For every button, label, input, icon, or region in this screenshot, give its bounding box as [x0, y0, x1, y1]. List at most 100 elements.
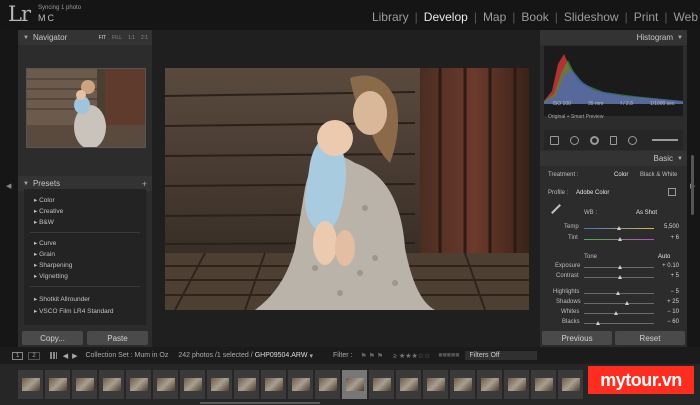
white-balance-eyedropper-icon[interactable] — [551, 204, 561, 214]
filmstrip-thumbnail[interactable] — [531, 370, 556, 399]
star-icon[interactable]: ≥ ★★★☆☆ — [393, 352, 430, 360]
whites-value[interactable]: − 10 — [667, 309, 679, 315]
blacks-slider-thumb[interactable] — [596, 321, 600, 325]
whites-slider-thumb[interactable] — [614, 311, 619, 315]
blacks-value[interactable]: − 60 — [667, 319, 679, 325]
filmstrip-scrollbar[interactable] — [200, 402, 320, 404]
profile-grid-icon[interactable] — [668, 188, 676, 196]
whites-slider[interactable] — [584, 311, 654, 315]
red-eye-icon[interactable] — [590, 136, 599, 145]
spot-removal-icon[interactable] — [570, 136, 579, 145]
left-panel-toggle-strip[interactable]: ◀ — [0, 30, 18, 347]
filmstrip-thumbnail[interactable] — [234, 370, 259, 399]
filmstrip-thumbnail[interactable] — [315, 370, 340, 399]
preset-folder-creative[interactable]: ▸ Creative — [34, 207, 63, 215]
preset-folder-vignetting[interactable]: ▸ Vignetting — [34, 272, 68, 280]
module-map[interactable]: Map — [477, 10, 512, 24]
copy-button[interactable]: Copy... — [22, 331, 83, 345]
chevron-down-icon[interactable]: ▾ — [309, 352, 313, 360]
temp-value[interactable]: 5,500 — [664, 224, 679, 230]
main-photo-view[interactable] — [165, 68, 529, 310]
graduated-filter-icon[interactable] — [610, 136, 617, 145]
radial-filter-icon[interactable] — [628, 136, 637, 145]
filmstrip-thumbnail[interactable] — [477, 370, 502, 399]
filmstrip-thumbnail[interactable] — [99, 370, 124, 399]
filmstrip-thumbnail[interactable] — [72, 370, 97, 399]
shadows-slider-thumb[interactable] — [625, 301, 630, 305]
preset-folder-shotkit[interactable]: ▸ Shotkit Allrounder — [34, 295, 90, 303]
auto-tone-button[interactable]: Auto — [658, 254, 670, 260]
previous-button[interactable]: Previous — [542, 331, 612, 345]
shadows-slider[interactable] — [584, 301, 654, 305]
filmstrip-thumbnail[interactable] — [288, 370, 313, 399]
arrow-right-icon[interactable]: ▶ — [72, 352, 77, 360]
exposure-slider-thumb[interactable] — [617, 265, 622, 269]
secondary-display-2-button[interactable]: 2 — [28, 351, 40, 360]
preset-folder-sharpening[interactable]: ▸ Sharpening — [34, 261, 72, 269]
module-book[interactable]: Book — [515, 10, 554, 24]
filmstrip-thumbnail[interactable] — [369, 370, 394, 399]
tint-slider[interactable] — [584, 237, 654, 241]
tint-slider-thumb[interactable] — [618, 237, 623, 241]
preset-folder-color[interactable]: ▸ Color — [34, 196, 55, 204]
filters-off-dropdown[interactable]: Filters Off — [465, 351, 538, 360]
preset-folder-curve[interactable]: ▸ Curve — [34, 239, 56, 247]
contrast-value[interactable]: + 5 — [670, 273, 679, 279]
triangle-left-icon[interactable]: ◀ — [6, 182, 11, 190]
filmstrip-thumbnail[interactable] — [126, 370, 151, 399]
filmstrip-thumbnail[interactable] — [207, 370, 232, 399]
color-label-filter[interactable]: ■■■■■ — [438, 352, 459, 359]
highlights-value[interactable]: − 5 — [670, 289, 679, 295]
selected-filename[interactable]: GHP09504.ARW — [255, 352, 308, 359]
crop-tool-icon[interactable] — [550, 136, 559, 145]
filmstrip-thumbnail[interactable] — [153, 370, 178, 399]
exposure-value[interactable]: + 0.10 — [662, 263, 679, 269]
zoom-2-1[interactable]: 2:1 — [141, 35, 148, 41]
zoom-fill[interactable]: FILL — [112, 35, 122, 41]
filmstrip-thumbnail[interactable] — [45, 370, 70, 399]
sync-status[interactable]: Syncing 1 photo — [38, 5, 81, 11]
filmstrip-thumbnail[interactable] — [18, 370, 43, 399]
module-print[interactable]: Print — [628, 10, 665, 24]
reset-button[interactable]: Reset — [615, 331, 685, 345]
navigator-header[interactable]: ▼ Navigator FIT FILL 1:1 2:1 — [18, 30, 152, 45]
filmstrip-thumbnail[interactable] — [558, 370, 583, 399]
filmstrip-thumbnail[interactable] — [261, 370, 286, 399]
filmstrip-thumbnail[interactable] — [396, 370, 421, 399]
collection-path[interactable]: Collection Set : Mum in Oz — [85, 352, 168, 359]
module-develop[interactable]: Develop — [418, 10, 474, 24]
filmstrip-thumbnail[interactable] — [504, 370, 529, 399]
treatment-color-option[interactable]: Color — [614, 172, 628, 178]
shadows-value[interactable]: + 25 — [667, 299, 679, 305]
temp-slider-thumb[interactable] — [617, 226, 621, 230]
preset-folder-vsco[interactable]: ▸ VSCO Film LR4 Standard — [34, 307, 114, 315]
exposure-slider[interactable] — [584, 265, 654, 269]
module-slideshow[interactable]: Slideshow — [558, 10, 625, 24]
adjustment-brush-icon[interactable] — [652, 139, 678, 141]
zoom-fit[interactable]: FIT — [99, 35, 107, 41]
temp-slider[interactable] — [584, 226, 654, 230]
right-panel-toggle-strip[interactable]: ▶ — [687, 30, 700, 347]
highlights-slider[interactable] — [584, 291, 654, 295]
blacks-slider[interactable] — [584, 321, 654, 325]
profile-dropdown[interactable]: Adobe Color — [576, 190, 609, 196]
zoom-1-1[interactable]: 1:1 — [128, 35, 135, 41]
flag-icon[interactable]: ⚑ ⚑ ⚑ — [360, 352, 383, 360]
module-web[interactable]: Web — [668, 10, 700, 24]
navigator-preview[interactable] — [26, 68, 146, 148]
arrow-left-icon[interactable]: ◀ — [63, 352, 68, 360]
basic-header[interactable]: Basic ▼ — [540, 151, 687, 166]
filmstrip-thumbnail[interactable] — [180, 370, 205, 399]
preset-folder-grain[interactable]: ▸ Grain — [34, 250, 55, 258]
wb-dropdown[interactable]: As Shot — [636, 210, 657, 216]
plus-icon[interactable]: + — [142, 179, 147, 189]
paste-button[interactable]: Paste — [87, 331, 148, 345]
secondary-display-1-button[interactable]: 1 — [12, 351, 24, 360]
filmstrip-thumbnail[interactable] — [450, 370, 475, 399]
contrast-slider[interactable] — [584, 275, 654, 279]
contrast-slider-thumb[interactable] — [618, 275, 623, 279]
histogram-header[interactable]: Histogram ▼ — [540, 30, 687, 45]
module-library[interactable]: Library — [366, 10, 415, 24]
filmstrip-thumbnail-selected[interactable] — [342, 370, 367, 399]
tint-value[interactable]: + 6 — [670, 235, 679, 241]
